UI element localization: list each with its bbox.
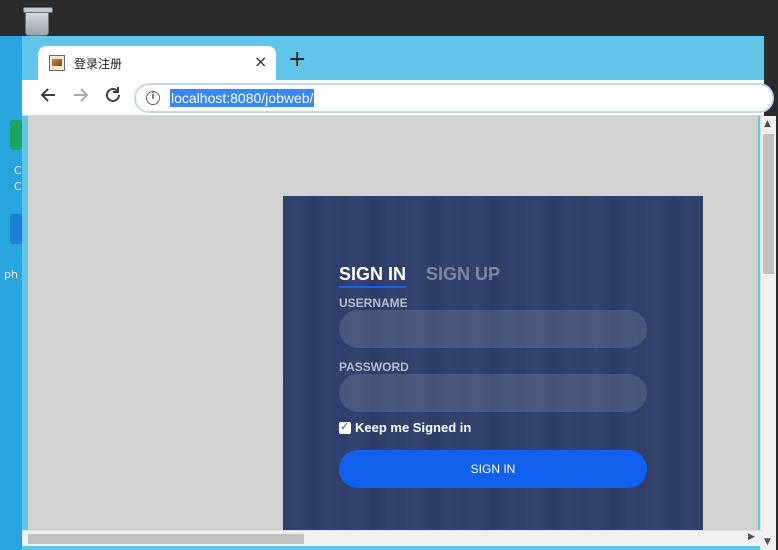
- recycle-bin-icon[interactable]: [18, 6, 56, 36]
- sign-in-button[interactable]: SIGN IN: [339, 450, 647, 488]
- browser-toolbar: i localhost:8080/jobweb/: [22, 80, 774, 116]
- horizontal-scroll-thumb[interactable]: [28, 534, 304, 544]
- url-text[interactable]: localhost:8080/jobweb/: [170, 89, 315, 107]
- desktop-icon-label: ph: [4, 268, 18, 281]
- desktop-left-strip: [0, 36, 22, 550]
- reload-icon[interactable]: [104, 86, 122, 109]
- scroll-down-icon[interactable]: ▼: [764, 537, 771, 547]
- favicon-icon: [49, 55, 65, 71]
- forward-arrow-icon[interactable]: [72, 86, 90, 109]
- desktop-app-icon[interactable]: [10, 120, 22, 150]
- browser-tab[interactable]: 登录注册 ×: [38, 46, 276, 80]
- tab-sign-up[interactable]: SIGN UP: [426, 264, 500, 285]
- checkbox-icon[interactable]: [339, 420, 351, 434]
- scroll-up-icon[interactable]: ▲: [764, 119, 771, 129]
- username-input[interactable]: [339, 310, 647, 348]
- address-bar[interactable]: i localhost:8080/jobweb/: [134, 83, 774, 113]
- vertical-scroll-thumb[interactable]: [763, 134, 774, 274]
- desktop-icon-label: C: [14, 164, 22, 177]
- keep-signed-in-label[interactable]: Keep me Signed in: [355, 420, 471, 435]
- plus-icon[interactable]: +: [288, 49, 306, 71]
- back-arrow-icon[interactable]: [39, 86, 57, 109]
- scroll-right-icon[interactable]: ▶: [748, 532, 755, 542]
- desktop-icon-label: C: [14, 180, 22, 193]
- password-input[interactable]: [339, 374, 647, 412]
- desktop-app-icon[interactable]: [10, 214, 22, 244]
- password-label: PASSWORD: [339, 360, 409, 374]
- info-icon[interactable]: i: [146, 91, 160, 105]
- tab-title: 登录注册: [74, 57, 123, 71]
- username-label: USERNAME: [339, 296, 408, 310]
- close-icon[interactable]: ×: [254, 52, 267, 72]
- browser-window: 登录注册 × + i localhost:8080/jobweb/ SIGN I…: [22, 36, 776, 550]
- horizontal-scrollbar[interactable]: ▶: [22, 530, 764, 546]
- page-viewport: SIGN IN SIGN UP USERNAME PASSWORD Keep m…: [28, 116, 758, 530]
- tab-sign-in[interactable]: SIGN IN: [339, 264, 407, 288]
- login-card: SIGN IN SIGN UP USERNAME PASSWORD Keep m…: [283, 196, 703, 530]
- vertical-scrollbar[interactable]: ▲ ▼: [760, 116, 776, 550]
